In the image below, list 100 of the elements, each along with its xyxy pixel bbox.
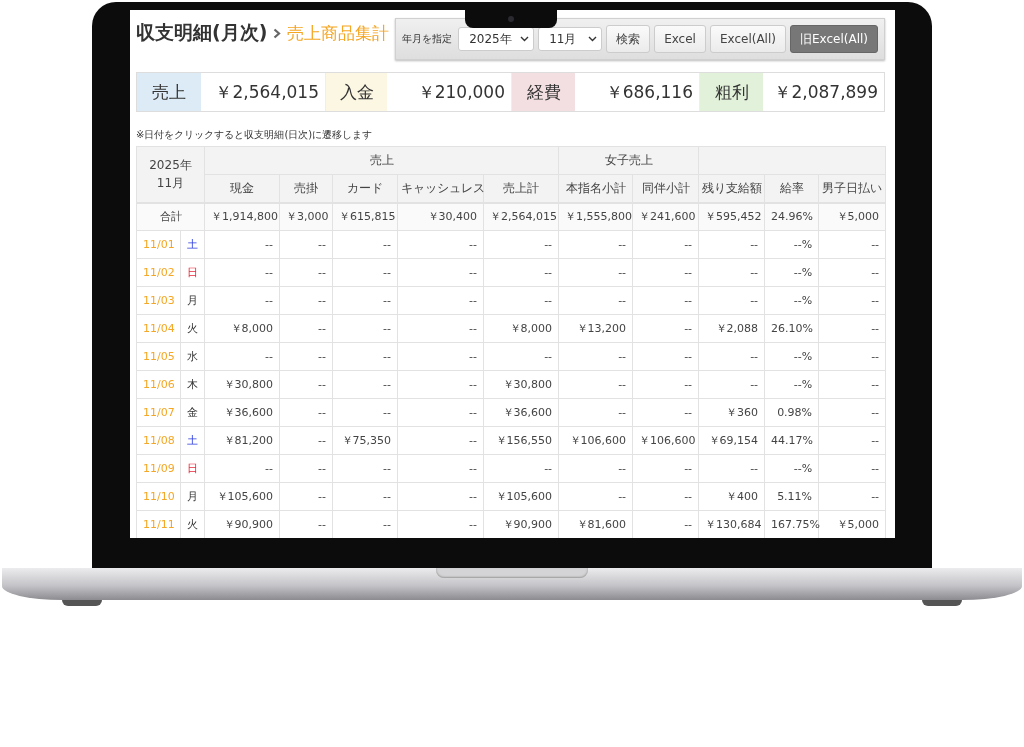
table-cell: -- xyxy=(818,398,886,427)
total-cell: ￥3,000 xyxy=(279,202,333,231)
table-cell: -- xyxy=(632,370,699,399)
table-cell: -- xyxy=(698,286,765,315)
total-cell: ￥5,000 xyxy=(818,202,886,231)
table-cell: -- xyxy=(204,258,280,287)
summary-label: 売上 xyxy=(137,73,201,111)
table-cell: -- xyxy=(698,342,765,371)
table-cell: ￥75,350 xyxy=(332,426,398,455)
table-cell: -- xyxy=(397,314,484,343)
toolbar-button[interactable]: 検索 xyxy=(606,25,651,53)
table-cell: -- xyxy=(332,314,398,343)
summary-label: 入金 xyxy=(326,73,387,111)
table-cell: -- xyxy=(332,482,398,511)
date-link[interactable]: 11/07 xyxy=(136,398,181,427)
table-cell: -- xyxy=(204,342,280,371)
column-header: 本指名小計 xyxy=(558,174,633,203)
table-cell: -- xyxy=(397,510,484,538)
column-header: 現金 xyxy=(204,174,280,203)
table-cell: -- xyxy=(818,286,886,315)
table-cell: ￥8,000 xyxy=(204,314,280,343)
table-cell: -- xyxy=(332,342,398,371)
table-cell: -- xyxy=(632,510,699,538)
period-header: 2025年 11月 xyxy=(136,146,205,203)
toolbar-button[interactable]: Excel(All) xyxy=(709,25,786,53)
total-cell: ￥241,600 xyxy=(632,202,699,231)
table-cell: -- xyxy=(818,342,886,371)
table-cell: -- xyxy=(397,230,484,259)
table-cell: -- xyxy=(632,314,699,343)
laptop-foot xyxy=(62,600,102,606)
date-link[interactable]: 11/06 xyxy=(136,370,181,399)
table-cell: -- xyxy=(632,454,699,483)
date-link[interactable]: 11/02 xyxy=(136,258,181,287)
table-cell: -- xyxy=(632,342,699,371)
table-cell: -- xyxy=(332,454,398,483)
table-cell: -- xyxy=(558,230,633,259)
table-cell: -- xyxy=(397,426,484,455)
table-cell: ￥130,684 xyxy=(698,510,765,538)
table-cell: -- xyxy=(397,258,484,287)
table-cell: -- xyxy=(397,482,484,511)
table-cell: ￥90,900 xyxy=(204,510,280,538)
total-cell: 24.96% xyxy=(764,202,819,231)
date-link[interactable]: 11/09 xyxy=(136,454,181,483)
month-select[interactable]: 11月 xyxy=(538,27,603,51)
table-cell: -- xyxy=(558,370,633,399)
chevron-right-icon xyxy=(273,27,282,39)
date-link[interactable]: 11/05 xyxy=(136,342,181,371)
table-cell: ￥360 xyxy=(698,398,765,427)
total-cell: ￥1,555,800 xyxy=(558,202,633,231)
date-link[interactable]: 11/10 xyxy=(136,482,181,511)
table-cell: -- xyxy=(204,454,280,483)
table-cell: ￥36,600 xyxy=(483,398,559,427)
table-cell: -- xyxy=(818,370,886,399)
table-cell: -- xyxy=(558,258,633,287)
table-cell: ￥81,200 xyxy=(204,426,280,455)
table-cell: ￥81,600 xyxy=(558,510,633,538)
table-cell: -- xyxy=(332,286,398,315)
table-cell: -- xyxy=(818,230,886,259)
date-link[interactable]: 11/08 xyxy=(136,426,181,455)
camera-icon xyxy=(508,16,514,22)
total-cell: ￥615,815 xyxy=(332,202,398,231)
toolbar-button[interactable]: Excel xyxy=(654,25,706,53)
table-cell: -- xyxy=(483,230,559,259)
date-link[interactable]: 11/11 xyxy=(136,510,181,538)
table-cell: ￥5,000 xyxy=(818,510,886,538)
chevron-down-icon xyxy=(588,36,598,42)
table-cell: -- xyxy=(698,258,765,287)
period-label: 年月を指定 xyxy=(402,32,453,46)
date-link[interactable]: 11/04 xyxy=(136,314,181,343)
column-header: 売上計 xyxy=(483,174,559,203)
summary-label: 粗利 xyxy=(700,73,763,111)
table-cell: -- xyxy=(632,482,699,511)
table-cell: -- xyxy=(397,286,484,315)
toolbar-button[interactable]: 旧Excel(All) xyxy=(789,25,878,53)
year-select[interactable]: 2025年 xyxy=(458,27,535,51)
table-cell: -- xyxy=(698,370,765,399)
table-cell: ￥106,600 xyxy=(632,426,699,455)
table-cell: -- xyxy=(204,286,280,315)
table-cell: -- xyxy=(558,398,633,427)
total-cell: ￥595,452 xyxy=(698,202,765,231)
table-cell: -- xyxy=(558,286,633,315)
column-header: 残り支給額 xyxy=(698,174,765,203)
table-cell: -- xyxy=(204,230,280,259)
table-cell: -- xyxy=(332,370,398,399)
table-cell: -- xyxy=(332,230,398,259)
table-cell: ￥105,600 xyxy=(483,482,559,511)
table-cell: -- xyxy=(397,342,484,371)
total-cell: ￥2,564,015 xyxy=(483,202,559,231)
page-subtitle: 売上商品集計 xyxy=(287,21,390,45)
table-cell: -- xyxy=(483,342,559,371)
date-link[interactable]: 11/03 xyxy=(136,286,181,315)
column-header: カード xyxy=(332,174,398,203)
table-cell: ￥400 xyxy=(698,482,765,511)
date-link[interactable]: 11/01 xyxy=(136,230,181,259)
table-cell: ￥106,600 xyxy=(558,426,633,455)
group-header: 女子売上 xyxy=(558,146,699,175)
table-cell: ￥105,600 xyxy=(204,482,280,511)
column-header: キャッシュレス xyxy=(397,174,484,203)
laptop-foot xyxy=(922,600,962,606)
table-cell: ￥2,088 xyxy=(698,314,765,343)
